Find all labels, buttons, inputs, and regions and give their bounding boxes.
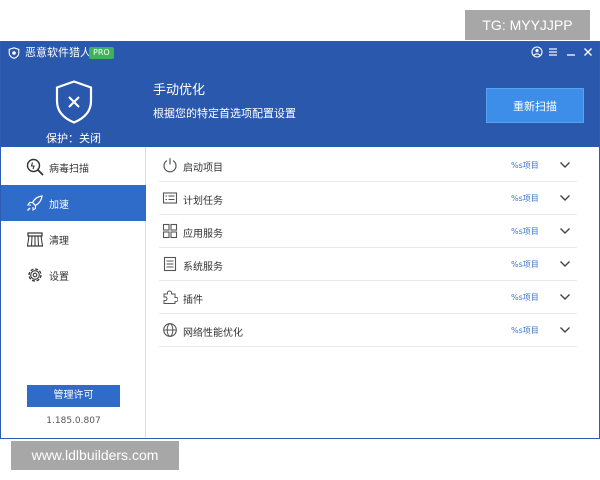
chevron-down-icon[interactable] xyxy=(559,160,571,170)
pro-badge: PRO xyxy=(89,47,114,59)
list-item-scheduled-tasks[interactable]: 计划任务 %s项目 xyxy=(159,182,577,215)
protection-panel: 保护：关闭 xyxy=(1,64,146,147)
virus-scan-icon xyxy=(26,158,44,176)
watermark-bottom: www.ldlbuilders.com xyxy=(11,441,179,470)
manage-license-button[interactable]: 管理许可 xyxy=(27,385,120,407)
list-item-network-optimization[interactable]: 网络性能优化 %s项目 xyxy=(159,314,577,347)
row-count: %s项目 xyxy=(511,326,539,335)
row-label: 插件 xyxy=(183,295,203,306)
titlebar: 恶意软件猎人 PRO xyxy=(1,42,599,64)
menu-icon[interactable] xyxy=(546,45,560,59)
sidebar-item-label: 加速 xyxy=(49,200,69,211)
screenshot: TG: MYYJJPP 恶意软件猎人 PRO 保护：关闭 手动优化 根据您的特定… xyxy=(0,0,600,480)
power-icon xyxy=(163,158,177,173)
chevron-down-icon[interactable] xyxy=(559,226,571,236)
rocket-icon xyxy=(27,195,43,211)
close-icon[interactable] xyxy=(581,45,595,59)
document-icon xyxy=(163,256,177,272)
row-label: 计划任务 xyxy=(183,196,223,207)
puzzle-icon xyxy=(163,290,178,304)
version-label: 1.185.0.807 xyxy=(46,416,101,426)
app-logo-icon xyxy=(8,47,20,59)
list-item-startup[interactable]: 启动项目 %s项目 xyxy=(159,149,577,182)
protection-status: 保护：关闭 xyxy=(46,132,101,145)
page-title: 手动优化 xyxy=(153,83,206,98)
row-count: %s项目 xyxy=(511,227,539,236)
sidebar-item-settings[interactable]: 设置 xyxy=(1,257,146,293)
list-item-app-services[interactable]: 应用服务 %s项目 xyxy=(159,215,577,248)
sidebar-item-speedup[interactable]: 加速 xyxy=(1,185,146,221)
user-icon[interactable] xyxy=(530,45,544,59)
row-label: 启动项目 xyxy=(183,163,223,174)
gear-icon xyxy=(28,268,42,282)
rescan-button[interactable]: 重新扫描 xyxy=(486,88,584,123)
row-label: 网络性能优化 xyxy=(183,328,243,339)
sidebar-item-clean[interactable]: 清理 xyxy=(1,221,146,257)
broom-icon xyxy=(27,232,43,247)
minimize-icon[interactable] xyxy=(564,45,578,59)
watermark-top: TG: MYYJJPP xyxy=(465,10,590,40)
sidebar-item-label: 设置 xyxy=(49,272,69,283)
list-item-plugins[interactable]: 插件 %s项目 xyxy=(159,281,577,314)
header-banner: 恶意软件猎人 PRO 保护：关闭 手动优化 根据您的特定首选项配置设置 重新扫描 xyxy=(1,42,599,147)
sidebar-item-label: 清理 xyxy=(49,236,69,247)
row-label: 系统服务 xyxy=(183,262,223,273)
row-count: %s项目 xyxy=(511,293,539,302)
row-label: 应用服务 xyxy=(183,229,223,240)
apps-grid-icon xyxy=(162,223,178,239)
shield-icon xyxy=(55,80,93,124)
page-subtitle: 根据您的特定首选项配置设置 xyxy=(153,107,296,120)
chevron-down-icon[interactable] xyxy=(559,325,571,335)
row-count: %s项目 xyxy=(511,260,539,269)
row-count: %s项目 xyxy=(511,194,539,203)
list-item-system-services[interactable]: 系统服务 %s项目 xyxy=(159,248,577,281)
task-list-icon xyxy=(162,192,178,204)
chevron-down-icon[interactable] xyxy=(559,292,571,302)
globe-icon xyxy=(163,323,177,337)
chevron-down-icon[interactable] xyxy=(559,259,571,269)
app-window: 恶意软件猎人 PRO 保护：关闭 手动优化 根据您的特定首选项配置设置 重新扫描… xyxy=(0,41,600,439)
row-count: %s项目 xyxy=(511,161,539,170)
sidebar-item-label: 病毒扫描 xyxy=(49,164,89,175)
app-title: 恶意软件猎人 xyxy=(25,46,91,59)
sidebar-item-virus-scan[interactable]: 病毒扫描 xyxy=(1,149,146,185)
sidebar: 病毒扫描 加速 清理 设置 管理许可 1.185.0.807 xyxy=(1,147,146,438)
optimization-list: 启动项目 %s项目 计划任务 %s项目 应用服务 %s项目 系统服务 %s项目 … xyxy=(147,147,599,438)
chevron-down-icon[interactable] xyxy=(559,193,571,203)
